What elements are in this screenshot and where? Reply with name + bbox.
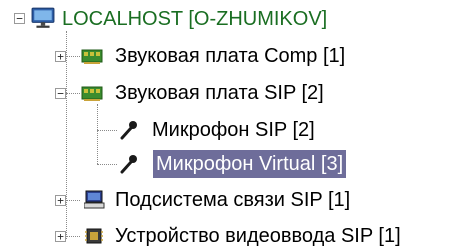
collapse-toggle[interactable]: − [55, 88, 66, 99]
expand-toggle[interactable]: + [55, 195, 66, 206]
tree-node-comm-subsystem-sip[interactable]: + Подсистема связи SIP [1] [0, 184, 456, 216]
tree-node-label[interactable]: Звуковая плата Comp [1] [112, 42, 348, 70]
tree-node-label-selected[interactable]: Микрофон Virtual [3] [153, 150, 347, 178]
tree-node-video-input-sip[interactable]: + Устройство видеоввода SIP [1] [0, 220, 456, 252]
expand-toggle[interactable]: + [55, 231, 66, 242]
tree-node-label[interactable]: Устройство видеоввода SIP [1] [112, 222, 404, 250]
expand-toggle[interactable]: + [55, 51, 66, 62]
computer-monitor-icon [31, 7, 55, 28]
tree-node-label[interactable]: Подсистема связи SIP [1] [112, 186, 353, 214]
video-chip-icon [85, 228, 103, 244]
microphone-icon [120, 121, 137, 140]
tree-node-sound-card-comp[interactable]: + Звуковая плата Comp [1] [0, 40, 456, 72]
tree-node-label[interactable]: LOCALHOST [O-ZHUMIKOV] [59, 5, 330, 33]
sound-card-icon [81, 49, 103, 64]
computer-icon [84, 190, 105, 209]
tree-node-label[interactable]: Микрофон SIP [2] [149, 116, 318, 144]
tree-node-microphone-sip[interactable]: Микрофон SIP [2] [0, 114, 456, 146]
tree-node-label[interactable]: Звуковая плата SIP [2] [112, 79, 327, 107]
tree-node-microphone-virtual[interactable]: Микрофон Virtual [3] [0, 148, 456, 180]
microphone-icon [120, 155, 137, 174]
tree-node-sound-card-sip[interactable]: − Звуковая плата SIP [2] [0, 77, 456, 109]
collapse-toggle[interactable]: − [14, 13, 25, 24]
tree-node-localhost[interactable]: − LOCALHOST [O-ZHUMIKOV] [0, 3, 456, 35]
sound-card-icon [81, 86, 103, 101]
device-tree: − LOCALHOST [O-ZHUMIKOV] + Звуковая плат… [0, 0, 456, 251]
